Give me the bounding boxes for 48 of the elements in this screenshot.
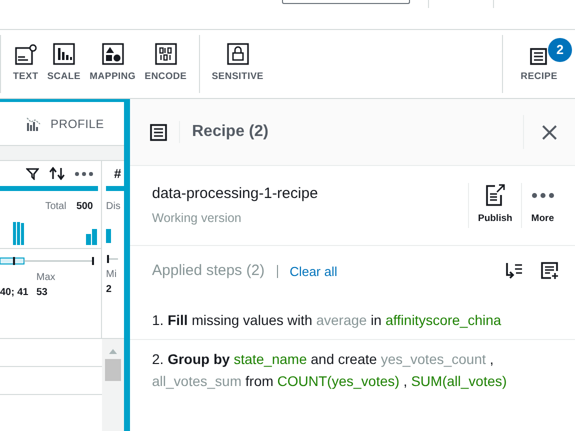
total-label: Total [45, 200, 66, 214]
type-glyph: # [113, 165, 122, 183]
min-value: 2 [106, 283, 113, 297]
panel-title: Recipe (2) [192, 122, 268, 142]
max-label: Max [36, 271, 56, 285]
min-label: Mi [106, 268, 118, 282]
lock-icon [226, 43, 249, 66]
range-slider-drawing [106, 255, 118, 263]
scrollbar[interactable] [102, 339, 124, 431]
toolbar-button[interactable]: TEXT [13, 43, 38, 85]
shapes-icon [102, 43, 124, 66]
recipe-name: data-processing-1-recipe [152, 184, 318, 204]
binary-icon [154, 43, 177, 66]
toolbar-button[interactable]: SCALE [47, 43, 81, 85]
more-icon [532, 192, 554, 198]
list-icon [530, 48, 548, 65]
chart-icon [26, 116, 41, 130]
filter-icon[interactable] [26, 168, 39, 180]
version-label: Working version [152, 210, 242, 227]
search-field[interactable] [282, 0, 410, 4]
bar-chart-icon [52, 43, 75, 66]
action-button[interactable]: More [521, 183, 563, 228]
max-value: 53 [36, 286, 48, 300]
list-icon [150, 124, 167, 140]
action-button[interactable]: Publish [468, 183, 522, 228]
recipe-step[interactable]: 1. Fill missing values with average in affinityscore_china [130, 308, 575, 338]
toolbar-button[interactable]: MAPPING [90, 43, 136, 85]
collapse-list-icon[interactable] [505, 262, 523, 280]
add-document-icon[interactable] [541, 262, 559, 280]
column-highlight-bar [106, 186, 124, 191]
text-settings-icon [14, 43, 37, 66]
toolbar-button[interactable]: SENSITIVE [212, 43, 264, 85]
applied-steps-label: Applied steps (2) [152, 261, 265, 281]
more-icon[interactable] [75, 172, 93, 176]
total-value: 500 [76, 200, 93, 214]
count-badge: 2 [548, 38, 572, 62]
histogram-drawing [106, 229, 111, 243]
values-label: 40; 41 [0, 286, 28, 300]
clear-all-link[interactable]: Clear all [290, 262, 338, 281]
toolbar-button[interactable]: ENCODE [144, 43, 187, 85]
profile-tab[interactable]: PROFILE [50, 114, 104, 132]
scroll-thumb[interactable] [105, 359, 121, 381]
close-icon [542, 124, 557, 140]
sort-icon[interactable] [49, 167, 65, 180]
close-button[interactable] [540, 123, 558, 141]
column-label: Dis [106, 200, 122, 214]
export-document-icon [485, 184, 506, 206]
recipe-step[interactable]: 2. Group by state_name and create yes_votes_count , all_votes_sum from COUNT(yes_votes) , SUM(all_votes) [130, 338, 575, 400]
